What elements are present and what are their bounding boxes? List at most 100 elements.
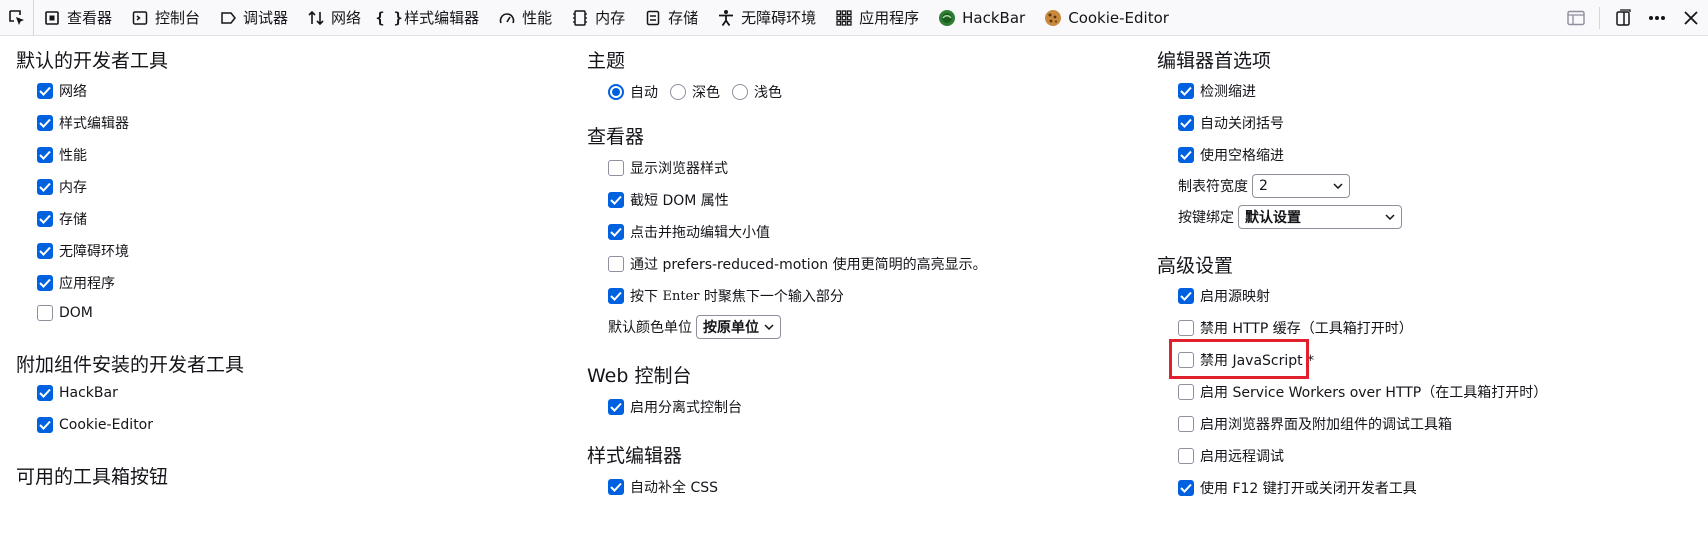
theme-radio-group: 自动 深色 浅色	[608, 82, 794, 102]
option-f12-toggle[interactable]: 使用 F12 键打开或关闭开发者工具	[1178, 478, 1417, 498]
option-disable-http-cache[interactable]: 禁用 HTTP 缓存（工具箱打开时）	[1178, 318, 1413, 338]
tab-network[interactable]: 网络	[298, 0, 371, 36]
radio-selected[interactable]	[608, 84, 624, 100]
option-indent-with-spaces[interactable]: 使用空格缩进	[1178, 145, 1284, 165]
option-label: 自动关闭括号	[1200, 116, 1284, 132]
checkbox-checked[interactable]	[37, 115, 53, 131]
checkbox-unchecked[interactable]	[37, 305, 53, 321]
keybinding-select[interactable]: 默认设置	[1238, 205, 1402, 229]
option-split-console[interactable]: 启用分离式控制台	[608, 397, 742, 417]
checkbox-unchecked[interactable]	[1178, 448, 1194, 464]
element-picker-button[interactable]	[0, 0, 34, 36]
checkbox-checked[interactable]	[37, 147, 53, 163]
checkbox-checked[interactable]	[608, 479, 624, 495]
option-autocomplete-css[interactable]: 自动补全 CSS	[608, 477, 718, 497]
option-tool-accessibility[interactable]: 无障碍环境	[37, 241, 129, 261]
checkbox-checked[interactable]	[37, 211, 53, 227]
tab-label: 性能	[522, 9, 553, 27]
tab-storage[interactable]: 存储	[635, 0, 708, 36]
chevron-down-icon	[764, 324, 774, 330]
option-enable-source-maps[interactable]: 启用源映射	[1178, 286, 1270, 306]
close-devtools-button[interactable]	[1674, 0, 1708, 36]
radio-unselected[interactable]	[670, 84, 686, 100]
option-detect-indentation[interactable]: 检测缩进	[1178, 81, 1256, 101]
hackbar-icon	[937, 8, 957, 28]
option-tool-performance[interactable]: 性能	[37, 145, 87, 165]
option-show-browser-styles[interactable]: 显示浏览器样式	[608, 158, 728, 178]
more-options-button[interactable]	[1640, 0, 1674, 36]
tab-label: 存储	[668, 9, 699, 27]
option-truncate-dom-attributes[interactable]: 截短 DOM 属性	[608, 190, 729, 210]
checkbox-checked[interactable]	[1178, 115, 1194, 131]
checkbox-checked[interactable]	[37, 243, 53, 259]
option-enter-focus-next[interactable]: 按下 Enter 时聚焦下一个输入部分	[608, 286, 844, 306]
checkbox-checked[interactable]	[608, 192, 624, 208]
option-label: 点击并拖动编辑大小值	[630, 225, 770, 241]
section-title-editor-prefs: 编辑器首选项	[1157, 50, 1272, 72]
tab-accessibility[interactable]: 无障碍环境	[708, 0, 826, 36]
option-browser-chrome-debugging[interactable]: 启用浏览器界面及附加组件的调试工具箱	[1178, 414, 1452, 434]
tab-label: 样式编辑器	[404, 9, 480, 27]
option-reduced-motion-highlight[interactable]: 通过 prefers-reduced-motion 使用更简明的高亮显示。	[608, 254, 987, 274]
option-tool-network[interactable]: 网络	[37, 81, 87, 101]
checkbox-checked[interactable]	[608, 224, 624, 240]
option-tool-application[interactable]: 应用程序	[37, 273, 115, 293]
option-label: 浅色	[754, 85, 782, 101]
color-unit-select[interactable]: 按原单位	[696, 315, 781, 339]
checkbox-unchecked[interactable]	[608, 256, 624, 272]
option-tool-style-editor[interactable]: 样式编辑器	[37, 113, 129, 133]
checkbox-checked[interactable]	[37, 385, 53, 401]
tab-hackbar[interactable]: HackBar	[929, 0, 1035, 36]
checkbox-unchecked[interactable]	[1178, 384, 1194, 400]
section-title-web-console: Web 控制台	[587, 365, 692, 387]
close-icon	[1684, 11, 1698, 25]
checkbox-checked[interactable]	[37, 275, 53, 291]
option-addon-hackbar[interactable]: HackBar	[37, 385, 118, 401]
tab-label: 内存	[595, 9, 626, 27]
option-autoclose-brackets[interactable]: 自动关闭括号	[1178, 113, 1284, 133]
checkbox-checked[interactable]	[608, 399, 624, 415]
checkbox-unchecked[interactable]	[1178, 320, 1194, 336]
storage-icon	[643, 8, 663, 28]
checkbox-checked[interactable]	[1178, 147, 1194, 163]
checkbox-checked[interactable]	[37, 179, 53, 195]
checkbox-unchecked[interactable]	[1178, 416, 1194, 432]
tab-inspector[interactable]: 查看器	[34, 0, 122, 36]
option-service-workers-http[interactable]: 启用 Service Workers over HTTP（在工具箱打开时）	[1178, 382, 1547, 402]
option-addon-cookie-editor[interactable]: Cookie-Editor	[37, 417, 153, 433]
checkbox-checked[interactable]	[1178, 83, 1194, 99]
option-tool-storage[interactable]: 存储	[37, 209, 87, 229]
checkbox-checked[interactable]	[608, 288, 624, 304]
tab-style-editor[interactable]: { } 样式编辑器	[371, 0, 489, 36]
theme-option-light[interactable]: 浅色	[732, 82, 782, 102]
split-console-icon	[1567, 10, 1585, 26]
network-icon	[306, 8, 326, 28]
checkbox-checked[interactable]	[37, 417, 53, 433]
theme-option-auto[interactable]: 自动	[608, 82, 658, 102]
tab-performance[interactable]: 性能	[489, 0, 562, 36]
tab-memory[interactable]: 内存	[562, 0, 635, 36]
theme-option-dark[interactable]: 深色	[670, 82, 720, 102]
checkbox-checked[interactable]	[1178, 288, 1194, 304]
tab-width-select[interactable]: 2	[1252, 174, 1350, 198]
tab-console[interactable]: 控制台	[122, 0, 210, 36]
checkbox-unchecked[interactable]	[608, 160, 624, 176]
style-editor-icon: { }	[375, 8, 403, 27]
split-console-button[interactable]	[1559, 0, 1593, 36]
option-label: 存储	[59, 212, 87, 228]
dock-button[interactable]	[1606, 0, 1640, 36]
debugger-icon	[218, 8, 238, 28]
checkbox-checked[interactable]	[1178, 480, 1194, 496]
tab-application[interactable]: 应用程序	[826, 0, 929, 36]
radio-unselected[interactable]	[732, 84, 748, 100]
memory-icon	[570, 8, 590, 28]
option-tool-memory[interactable]: 内存	[37, 177, 87, 197]
tab-label: Cookie-Editor	[1068, 8, 1169, 27]
tab-cookie-editor[interactable]: Cookie-Editor	[1035, 0, 1179, 36]
option-drag-to-edit[interactable]: 点击并拖动编辑大小值	[608, 222, 770, 242]
option-remote-debugging[interactable]: 启用远程调试	[1178, 446, 1284, 466]
option-tool-dom[interactable]: DOM	[37, 305, 93, 321]
checkbox-checked[interactable]	[37, 83, 53, 99]
tab-debugger[interactable]: 调试器	[210, 0, 298, 36]
color-unit-setting: 默认颜色单位 按原单位	[608, 315, 781, 339]
